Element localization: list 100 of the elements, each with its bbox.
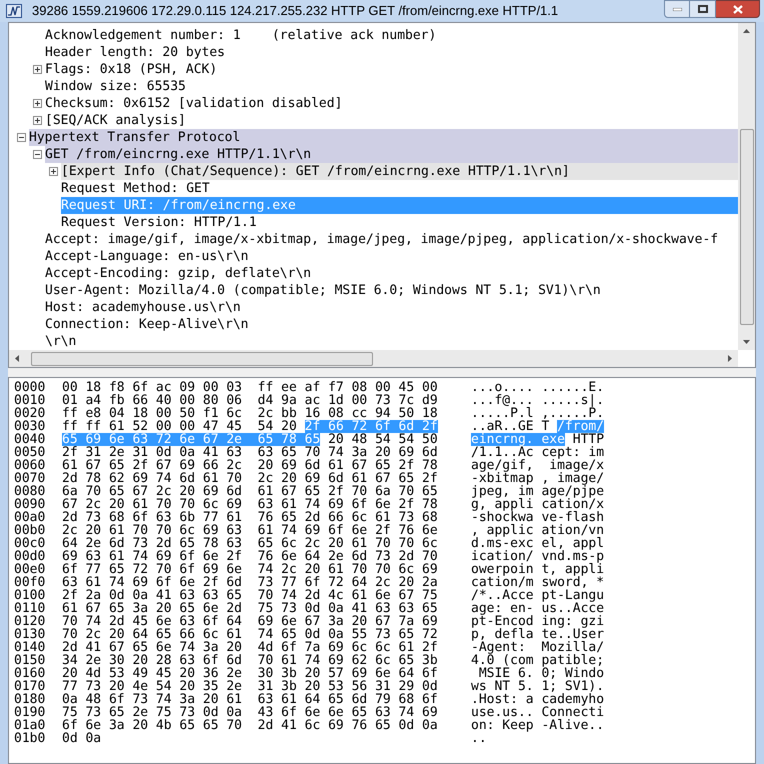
hex-bytes[interactable]: 61 67 65 3a 20 65 6e 2d 75 73 0d 0a 41 63 63 65 xyxy=(62,602,438,615)
hex-bytes[interactable]: 70 74 2d 45 6e 63 6f 64 69 6e 67 3a 20 67 7a 69 xyxy=(62,615,438,628)
hex-bytes[interactable]: 2d 78 62 69 74 6d 61 70 2c 20 69 6d 61 67 65 2f xyxy=(62,472,438,485)
ascii-text[interactable]: age: en- us..Acce xyxy=(471,602,604,615)
tree-item[interactable]: Request Version: HTTP/1.1 xyxy=(61,214,259,231)
tree-item[interactable]: \r\n xyxy=(45,333,78,350)
offset-cell-text: 0080 xyxy=(14,485,46,498)
hex-bytes[interactable]: 0a 48 6f 73 74 3a 20 61 63 61 64 65 6d 79 68 6f xyxy=(62,693,438,706)
hex-bytes[interactable]: 67 2c 20 61 70 70 6c 69 63 61 74 69 6f 6e 2f 78 xyxy=(62,498,438,511)
hex-bytes[interactable]: 2d 73 68 6f 63 6b 77 61 76 65 2d 66 6c 61 73 68 xyxy=(62,511,438,524)
offset-cell-text: 0110 xyxy=(14,602,46,615)
ascii-text[interactable]: MSIE 6. 0; Windo xyxy=(471,667,604,680)
offset-cell-text: 0190 xyxy=(14,706,46,719)
hex-bytes[interactable]: 70 2c 20 64 65 66 6c 61 74 65 0d 0a 55 73 65 72 xyxy=(62,628,438,641)
ascii-text[interactable]: .. xyxy=(471,732,487,745)
tree-item[interactable]: Acknowledgement number: 1 (relative ack number) xyxy=(45,27,438,44)
maximize-button[interactable] xyxy=(690,0,716,18)
ascii-text[interactable]: ws NT 5. 1; SV1). xyxy=(471,680,604,693)
ascii-text[interactable]: .....P.l ,.....P. xyxy=(471,407,604,420)
tree-item[interactable]: Window size: 65535 xyxy=(45,78,188,95)
ascii-text[interactable]: p, defla te..User xyxy=(471,628,604,641)
minimize-button[interactable] xyxy=(664,0,690,18)
ascii-text[interactable]: pt-Encod ing: gzi xyxy=(471,615,604,628)
hex-bytes[interactable]: 2c 20 61 70 70 6c 69 63 61 74 69 6f 6e 2f 76 6e xyxy=(62,524,438,537)
tree-item[interactable]: User-Agent: Mozilla/4.0 (compatible; MSIE 6.0; Windows NT 5.1; SV1)\r\n xyxy=(45,282,603,299)
ascii-text[interactable]: g, appli cation/x xyxy=(471,498,604,511)
ascii-text[interactable]: cation/m sword, * xyxy=(471,576,604,589)
ascii-text[interactable]: ...o.... ......E. xyxy=(471,381,604,394)
ascii-text[interactable]: -xbitmap , image/ xyxy=(471,472,604,485)
expand-icon[interactable] xyxy=(32,116,42,125)
scroll-thumb[interactable] xyxy=(31,352,373,366)
ascii-text[interactable]: , applic ation/vn xyxy=(471,524,604,537)
offset-cell-text: 01b0 xyxy=(14,732,46,745)
hex-bytes[interactable]: 2f 2a 0d 0a 41 63 63 65 70 74 2d 4c 61 6e 67 75 xyxy=(62,589,438,602)
tree-item[interactable]: Flags: 0x18 (PSH, ACK) xyxy=(45,61,220,78)
tree-item[interactable]: GET /from/eincrng.exe HTTP/1.1\r\n xyxy=(45,146,738,163)
ascii-text[interactable]: owerpoin t, appli xyxy=(471,563,604,576)
hex-bytes[interactable]: 6f 77 65 72 70 6f 69 6e 74 2c 20 61 70 70 6c 69 xyxy=(62,563,438,576)
hex-bytes[interactable]: 6a 70 65 67 2c 20 69 6d 61 67 65 2f 70 6a 70 65 xyxy=(62,485,438,498)
ascii-text[interactable]: d.ms-exc el, appl xyxy=(471,537,604,550)
vertical-scrollbar[interactable] xyxy=(738,23,755,350)
hex-bytes[interactable]: 20 4d 53 49 45 20 36 2e 30 3b 20 57 69 6e 64 6f xyxy=(62,667,438,680)
tree-item[interactable]: Request Method: GET xyxy=(61,180,212,197)
offset-cell-text: 0130 xyxy=(14,628,46,641)
tree-item[interactable]: Accept-Encoding: gzip, deflate\r\n xyxy=(45,265,314,282)
tree-item[interactable]: Accept: image/gif, image/x-xbitmap, image/jpeg, image/pjpeg, application/x-shockwave-f xyxy=(45,231,720,248)
collapse-icon[interactable] xyxy=(16,133,26,142)
offset-cell-text: 00b0 xyxy=(14,524,46,537)
ascii-text[interactable]: HTTP xyxy=(564,433,604,446)
collapse-icon[interactable] xyxy=(32,150,42,159)
hex-bytes[interactable]: 6f 6e 3a 20 4b 65 65 70 2d 41 6c 69 76 65 0d 0a xyxy=(62,719,438,732)
hex-bytes[interactable]: 00 18 f8 6f ac 09 00 03 ff ee af f7 08 00 45 00 xyxy=(62,381,438,394)
tree-item[interactable]: [Expert Info (Chat/Sequence): GET /from/eincrng.exe HTTP/1.1\r\n] xyxy=(61,163,738,180)
offset-cell-text: 0160 xyxy=(14,667,46,680)
tree-item[interactable]: Connection: Keep-Alive\r\n xyxy=(45,316,250,333)
hex-bytes[interactable]: 34 2e 30 20 28 63 6f 6d 70 61 74 69 62 6c 65 3b xyxy=(62,654,438,667)
hex-bytes[interactable]: 69 63 61 74 69 6f 6e 2f 76 6e 64 2e 6d 73 2d 70 xyxy=(62,550,438,563)
hex-bytes[interactable]: 2d 41 67 65 6e 74 3a 20 4d 6f 7a 69 6c 6c 61 2f xyxy=(62,641,438,654)
hex-bytes[interactable]: 01 a4 fb 66 40 00 80 06 d4 9a ac 1d 00 73 7c d9 xyxy=(62,394,438,407)
offset-cell-text: 0010 xyxy=(14,394,46,407)
ascii-text[interactable]: jpeg, im age/pjpe xyxy=(471,485,604,498)
ascii-text[interactable]: -shockwa ve-flash xyxy=(471,511,604,524)
tree-item[interactable]: [SEQ/ACK analysis] xyxy=(45,112,188,129)
expand-icon[interactable] xyxy=(32,99,42,108)
ascii-text[interactable]: ication/ vnd.ms-p xyxy=(471,550,604,563)
offset-cell-text: 00f0 xyxy=(14,576,46,589)
ascii-text[interactable]: 4.0 (com patible; xyxy=(471,654,604,667)
hex-bytes[interactable]: 0d 0a xyxy=(62,732,102,745)
hex-bytes[interactable]: 64 2e 6d 73 2d 65 78 63 65 6c 2c 20 61 70 70 6c xyxy=(62,537,438,550)
hex-bytes[interactable]: 77 73 20 4e 54 20 35 2e 31 3b 20 53 56 31 29 0d xyxy=(62,680,438,693)
hex-bytes[interactable]: 75 73 65 2e 75 73 0d 0a 43 6f 6e 6e 65 63 74 69 xyxy=(62,706,438,719)
ascii-text[interactable]: age/gif, image/x xyxy=(471,459,604,472)
hex-bytes[interactable]: 20 48 54 54 50 xyxy=(320,433,438,446)
close-button[interactable] xyxy=(716,0,760,18)
ascii-text[interactable]: -Agent: Mozilla/ xyxy=(471,641,604,654)
scroll-thumb[interactable] xyxy=(740,129,754,325)
tree-item[interactable]: Checksum: 0x6152 [validation disabled] xyxy=(45,95,344,112)
offset-cell-text: 0090 xyxy=(14,498,46,511)
offset-cell-text: 00e0 xyxy=(14,563,46,576)
hex-bytes[interactable]: 2f 31 2e 31 0d 0a 41 63 63 65 70 74 3a 20 69 6d xyxy=(62,446,438,459)
ascii-text[interactable]: use.us.. Connecti xyxy=(471,706,604,719)
ascii-text[interactable]: ...f@... .....s|. xyxy=(471,394,604,407)
horizontal-scrollbar[interactable] xyxy=(9,350,738,367)
ascii-text[interactable]: /1.1..Ac cept: im xyxy=(471,446,604,459)
tree-item[interactable]: Host: academyhouse.us\r\n xyxy=(45,299,243,316)
tree-item[interactable]: Accept-Language: en-us\r\n xyxy=(45,248,250,265)
ascii-text[interactable]: on: Keep -Alive.. xyxy=(471,719,604,732)
ascii-text[interactable]: /*..Acce pt-Langu xyxy=(471,589,604,602)
hex-bytes[interactable]: ff ff 61 52 00 00 47 45 54 20 xyxy=(62,420,305,433)
ascii-text[interactable]: ..aR..GE T xyxy=(471,420,558,433)
hex-bytes[interactable]: 61 67 65 2f 67 69 66 2c 20 69 6d 61 67 65 2f 78 xyxy=(62,459,438,472)
offset-cell-text: 0040 xyxy=(14,433,46,446)
hex-bytes[interactable]: ff e8 04 18 00 50 f1 6c 2c bb 16 08 cc 94 50 18 xyxy=(62,407,438,420)
tree-item[interactable]: Hypertext Transfer Protocol xyxy=(29,129,738,146)
tree-item[interactable]: Header length: 20 bytes xyxy=(45,44,228,61)
ascii-text[interactable]: .Host: a cademyho xyxy=(471,693,604,706)
expand-icon[interactable] xyxy=(48,167,58,176)
expand-icon[interactable] xyxy=(32,65,42,74)
hex-bytes[interactable]: 63 61 74 69 6f 6e 2f 6d 73 77 6f 72 64 2c 20 2a xyxy=(62,576,438,589)
maximize-icon xyxy=(698,5,708,13)
